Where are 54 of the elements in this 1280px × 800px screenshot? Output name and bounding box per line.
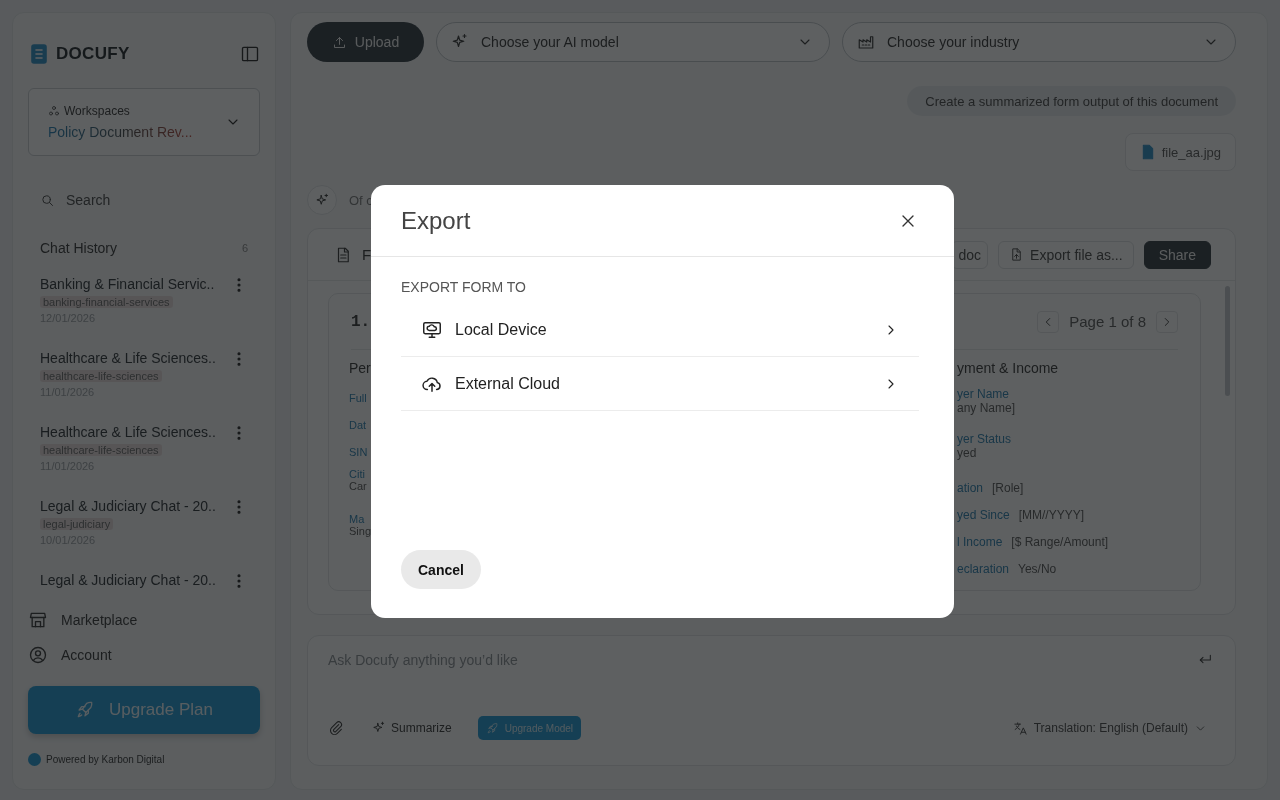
account-icon [28, 644, 48, 665]
field-label: yer Status [957, 432, 1012, 446]
ai-model-select[interactable]: Choose your AI model [436, 22, 830, 62]
industry-select[interactable]: Choose your industry [842, 22, 1236, 62]
field-label: Dat [349, 419, 367, 431]
translate-icon [1012, 720, 1028, 736]
dialog-title: Export [401, 206, 471, 235]
workspace-label: Workspaces [64, 104, 130, 118]
workspaces-icon [48, 105, 60, 117]
section-number: 1. [351, 312, 371, 331]
sparkle-icon [372, 721, 386, 735]
document-logo-icon [28, 41, 50, 67]
factory-icon [857, 33, 875, 51]
sidebar-toggle-icon[interactable] [240, 44, 260, 64]
section-label: EXPORT FORM TO [401, 279, 527, 295]
sparkle-icon [314, 192, 330, 208]
rocket-icon [75, 700, 95, 720]
field-label: Citi [349, 468, 365, 480]
chat-title[interactable]: Legal & Judiciary Chat - 20.. [40, 498, 216, 514]
cancel-button[interactable]: Cancel [401, 550, 481, 589]
chat-title[interactable]: Healthcare & Life Sciences.. [40, 424, 216, 440]
search-icon [40, 192, 55, 208]
upload-icon [331, 34, 347, 50]
translation-select[interactable]: Translation: English (Default) [1006, 720, 1213, 736]
export-option[interactable]: Local Device [401, 303, 919, 357]
chat-title[interactable]: Legal & Judiciary Chat - 20.. [40, 572, 216, 588]
search-field[interactable]: Search [28, 184, 260, 216]
nav-link[interactable]: Marketplace [61, 611, 138, 628]
field-label: SIN [349, 446, 368, 458]
workspace-select[interactable]: Workspaces Policy Document Rev... [28, 88, 260, 156]
field-label: yed Since [957, 508, 1010, 522]
field-label: l Income [957, 535, 1003, 549]
logo-text: DOCUFY [56, 44, 130, 64]
action-button[interactable]: Export file as... [998, 240, 1134, 269]
export-option[interactable]: External Cloud [401, 357, 919, 411]
attach-icon[interactable] [328, 720, 344, 736]
rocket-icon [485, 721, 499, 735]
section-heading: Per [349, 360, 371, 378]
karbon-logo-icon [28, 753, 41, 766]
field-label: yer Name [957, 387, 1009, 401]
section-title: Chat History [40, 240, 118, 256]
nav-link[interactable]: Account [61, 646, 112, 663]
section-heading: yment & Income [957, 360, 1059, 378]
field-label: Ma [349, 513, 365, 525]
field-label: ation [957, 481, 984, 495]
field-label: eclaration [957, 562, 1010, 576]
powered-by-text: Powered by Karbon Digital [46, 754, 165, 765]
summarize-button[interactable]: Summarize [372, 721, 452, 735]
field-label: Full [349, 392, 367, 404]
upgrade-plan-button[interactable]: Upgrade Plan [28, 686, 260, 734]
document-title: F [362, 246, 373, 263]
workspace-value: Policy Document Rev... [48, 124, 193, 140]
chat-title[interactable]: Healthcare & Life Sciences.. [40, 350, 216, 366]
chat-title[interactable]: Banking & Financial Servic.. [40, 276, 215, 292]
